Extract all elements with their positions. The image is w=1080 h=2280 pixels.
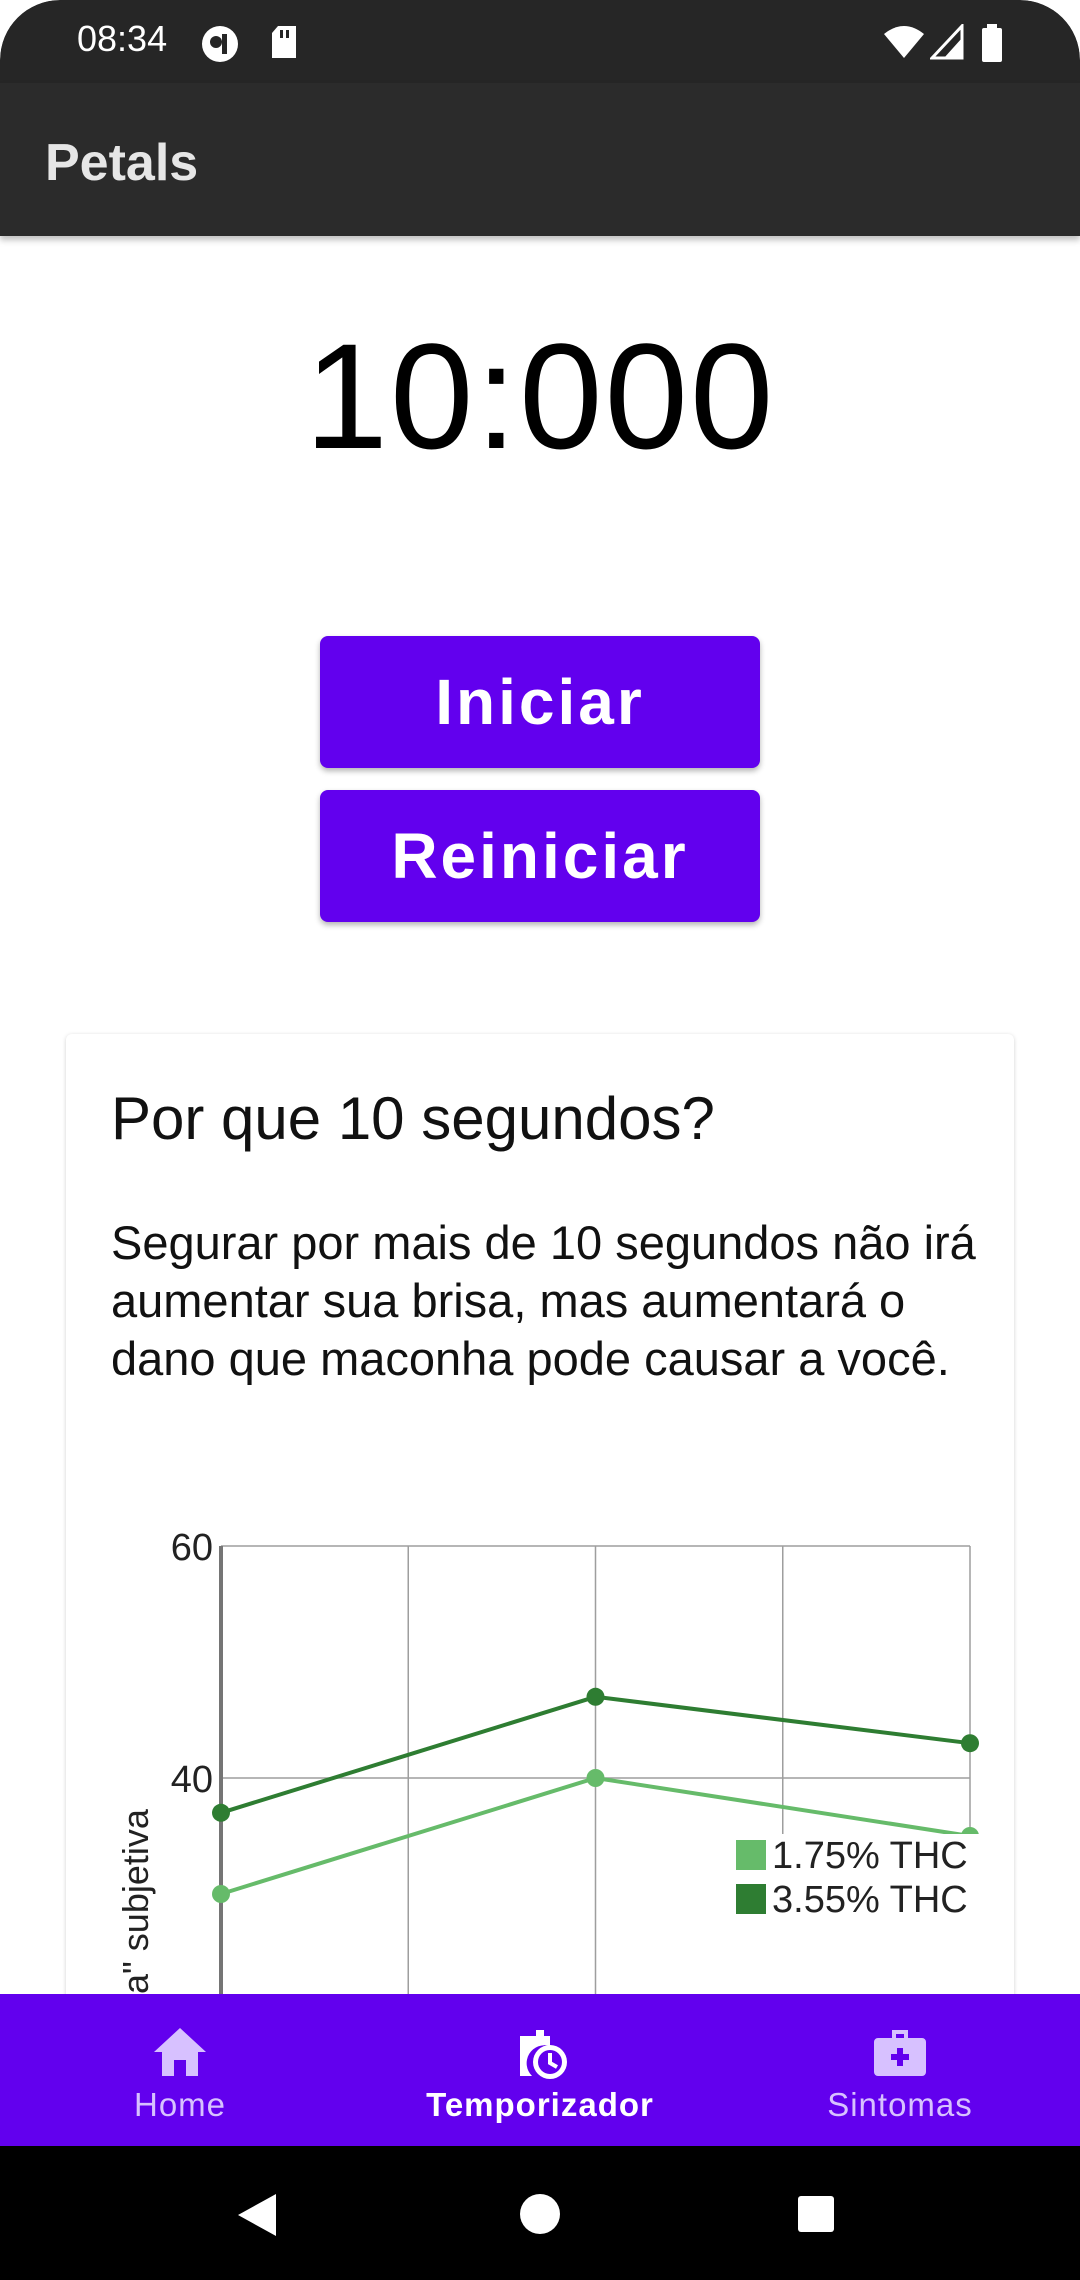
sd-card-icon xyxy=(272,26,296,58)
chart-ytick-label: 40 xyxy=(171,1759,213,1801)
chart-data-point xyxy=(212,1885,230,1903)
start-button[interactable]: Iniciar xyxy=(320,636,760,768)
chart-y-axis-label: a" subjetiva xyxy=(115,1808,156,1994)
recents-icon[interactable] xyxy=(796,2194,836,2234)
chart-data-point xyxy=(212,1803,230,1822)
restart-button[interactable]: Reiniciar xyxy=(320,790,760,922)
chart-data-point xyxy=(586,1769,605,1787)
medical-kit-icon xyxy=(874,2030,926,2076)
app-frame: 08:34 Petals 10:000 Iniciar Reiniciar Po… xyxy=(0,0,1080,2280)
info-card: Por que 10 segundos? Segurar por mais de… xyxy=(66,1034,1014,2034)
nav-label-symptoms: Sintomas xyxy=(827,2086,973,2123)
back-icon[interactable] xyxy=(236,2192,278,2238)
chart-legend: 1.75% THC3.55% THC xyxy=(726,1834,986,1994)
wifi-icon xyxy=(884,26,924,58)
status-time: 08:34 xyxy=(77,18,168,59)
chart-legend-label: 1.75% THC xyxy=(772,1835,968,1877)
card-title: Por que 10 segundos? xyxy=(111,1085,715,1152)
notification-app-icon xyxy=(202,26,238,62)
nav-item-timer[interactable]: Temporizador xyxy=(360,1994,720,2146)
battery-icon xyxy=(982,24,1002,62)
home-circle-icon[interactable] xyxy=(518,2192,562,2236)
nav-item-symptoms[interactable]: Sintomas xyxy=(720,1994,1080,2146)
chart-legend-label: 3.55% THC xyxy=(772,1879,968,1921)
nav-label-timer: Temporizador xyxy=(426,2086,654,2123)
system-navigation-bar xyxy=(0,2146,1080,2280)
chart-legend-swatch xyxy=(736,1840,766,1870)
card-text: Segurar por mais de 10 segundos não irá … xyxy=(111,1216,976,1385)
nav-label-home: Home xyxy=(133,2086,227,2123)
nav-item-home[interactable]: Home xyxy=(0,1994,360,2146)
app-bar: Petals xyxy=(0,83,1080,236)
line-chart: 40 60 a" subjetiva 1.75% THC3.55% THC xyxy=(115,1527,986,1994)
chart-legend-swatch xyxy=(736,1884,766,1914)
chart-axes: 40 60 a" subjetiva xyxy=(115,1527,223,1994)
chart-data-point xyxy=(961,1734,979,1753)
timer-display: 10:000 xyxy=(304,312,776,480)
chart-data-point xyxy=(586,1687,605,1706)
chart-ytick-label: 60 xyxy=(171,1527,213,1569)
status-bar: 08:34 xyxy=(0,0,1080,83)
app-title: Petals xyxy=(45,134,199,192)
home-icon xyxy=(154,2028,206,2076)
timer-icon xyxy=(520,2030,567,2079)
bottom-navigation: Home Temporizador Sintomas xyxy=(0,1994,1080,2146)
cellular-signal-icon xyxy=(930,24,964,60)
